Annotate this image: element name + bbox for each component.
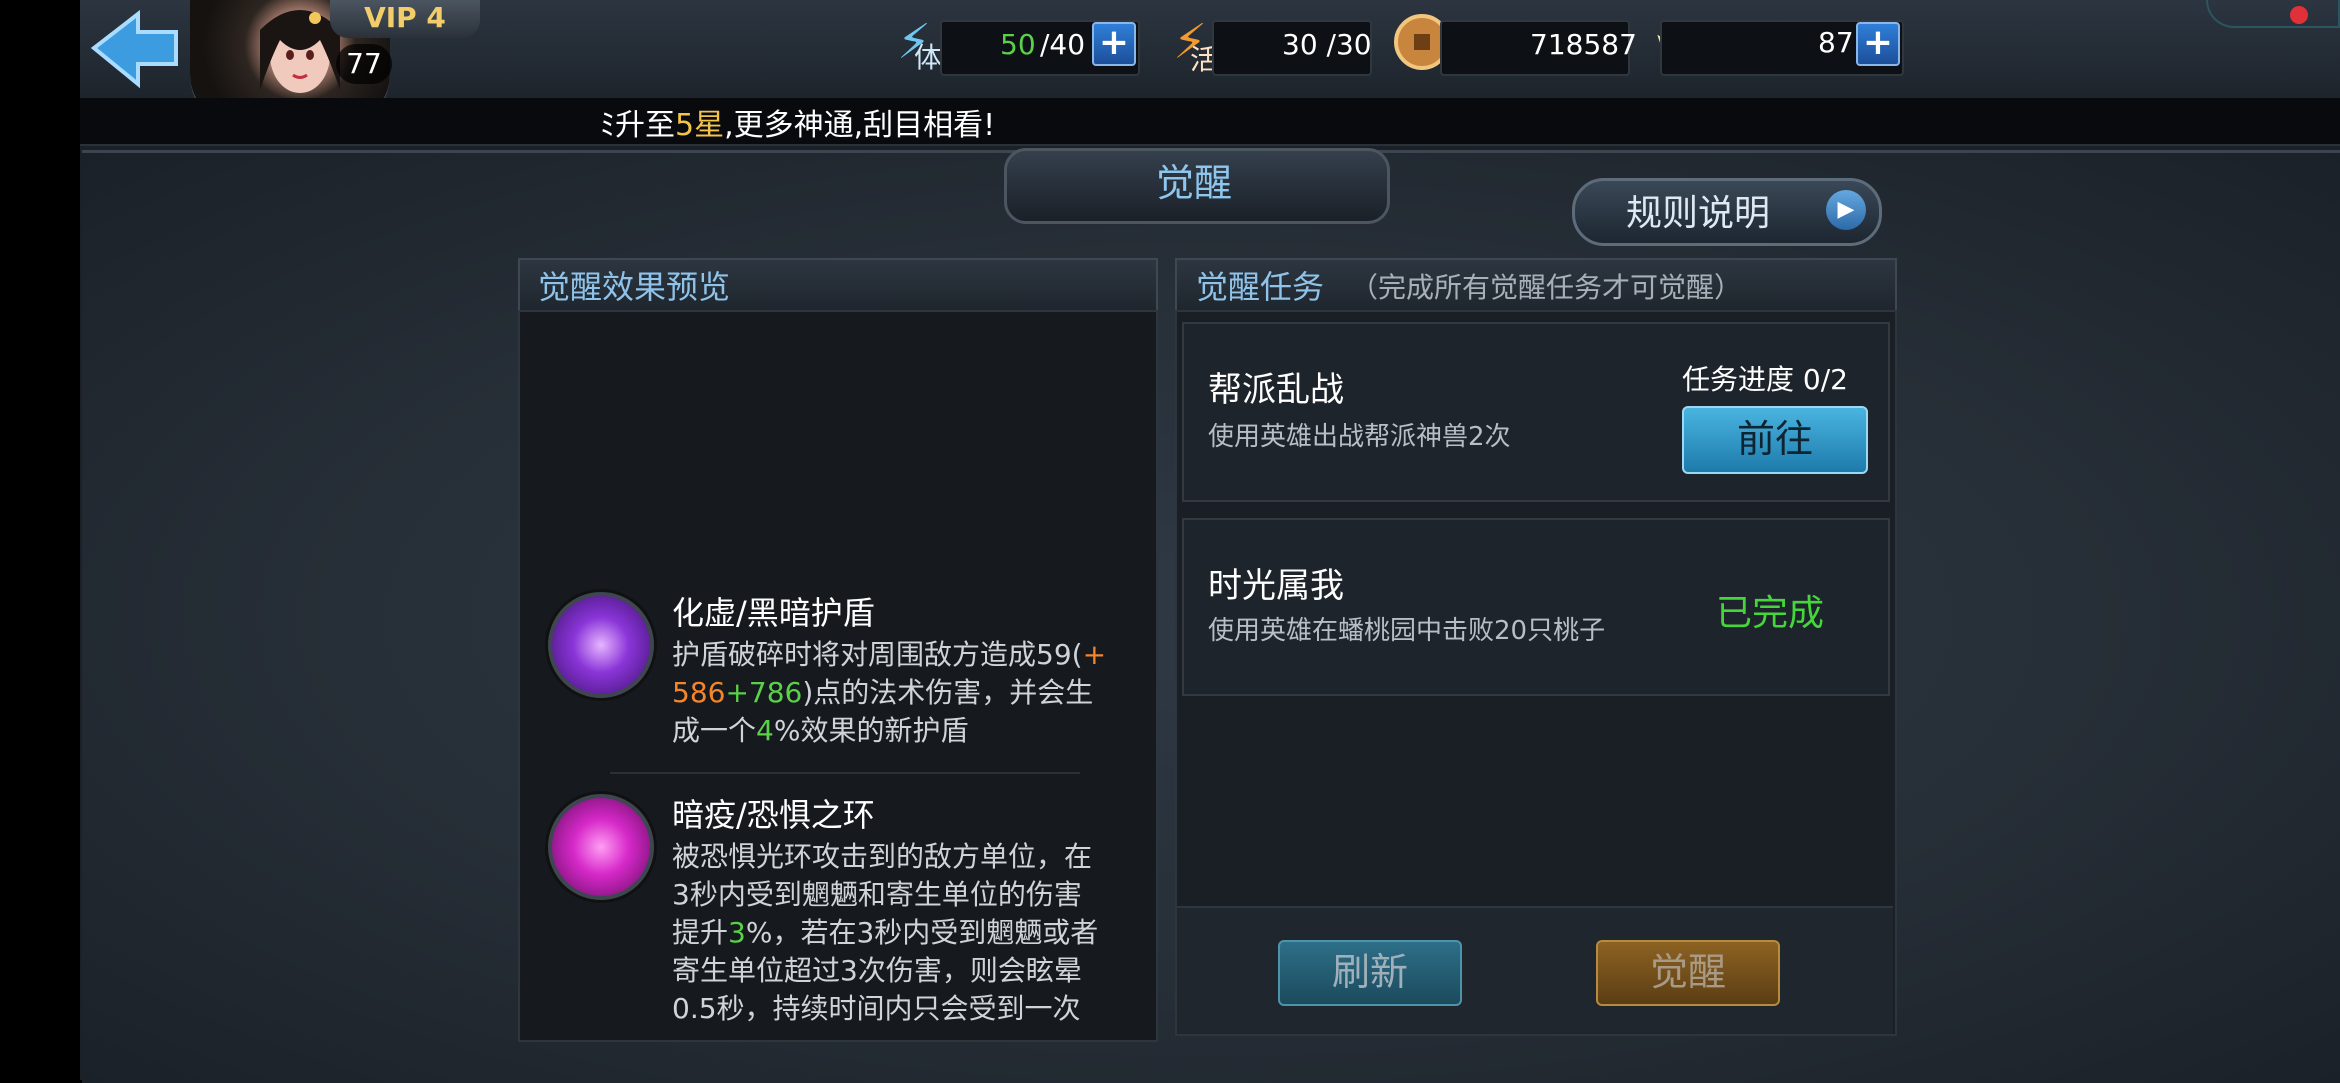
shield-skill-icon: [548, 592, 654, 698]
energy-value: 30 /30: [1282, 28, 1372, 61]
skill-desc-part: )点的法术伤害，并会生: [802, 676, 1094, 709]
notification-dot: [2290, 6, 2308, 24]
skill-desc-part: 0.5秒，持续时间内只会受到一次: [672, 992, 1081, 1025]
add-gold-button[interactable]: +: [1856, 22, 1900, 66]
vip-badge: VIP 4: [330, 0, 480, 38]
announcement-highlight: 5星: [675, 108, 725, 143]
play-arrow-icon: ▶: [1826, 190, 1866, 230]
back-arrow-icon: [90, 9, 178, 89]
stamina-current: 50: [1000, 28, 1036, 61]
skill-desc-part: 3秒内受到魍魉和寄生单位的伤害: [672, 878, 1082, 911]
skill-name: 化虚/黑暗护盾: [672, 594, 875, 632]
corner-decoration: [2206, 0, 2340, 28]
skill-name: 暗疫/恐惧之环: [672, 796, 875, 834]
tasks-subtitle: （完成所有觉醒任务才可觉醒）: [1350, 271, 1743, 304]
skill-desc-part: 提升: [672, 916, 729, 949]
skill-desc-part: %，若在3秒内受到魍魉或者: [745, 916, 1099, 949]
go-button[interactable]: 前往: [1682, 406, 1868, 474]
rules-button-label: 规则说明: [1626, 193, 1771, 234]
task-progress: 任务进度 0/2: [1682, 363, 1848, 396]
skill-description: 护盾破碎时将对周围敌方造成59(+ 586+786)点的法术伤害，并会生 成一个…: [672, 636, 1142, 750]
stamina-max: /40: [1040, 28, 1086, 61]
coins-value: 718587: [1530, 28, 1637, 61]
announcement-part2: ,更多神通,刮目相看!: [724, 108, 996, 143]
task-description: 使用英雄在蟠桃园中击败20只桃子: [1208, 616, 1606, 646]
skill-desc-part: 被恐惧光环攻击到的敌方单位，在: [672, 840, 1093, 873]
player-level: 77: [336, 44, 392, 84]
back-button[interactable]: [88, 8, 188, 92]
task-name: 时光属我: [1208, 566, 1344, 606]
vortex-skill-icon: [548, 794, 654, 900]
announcement-text: ﾐ升至5星,更多神通,刮目相看!: [600, 100, 995, 144]
skill-desc-part: 3: [728, 916, 746, 949]
tasks-title: 觉醒任务: [1196, 268, 1325, 306]
skill-desc-part: 寄生单位超过3次伤害，则会眩晕: [672, 954, 1082, 987]
refresh-button[interactable]: 刷新: [1278, 940, 1462, 1006]
announcement-strip: [80, 98, 2340, 146]
preview-title: 觉醒效果预览: [538, 268, 731, 306]
awaken-button[interactable]: 觉醒: [1596, 940, 1780, 1006]
task-description: 使用英雄出战帮派神兽2次: [1208, 422, 1511, 452]
skill-desc-part: 586: [672, 676, 726, 709]
skill-desc-part: +786: [725, 676, 803, 709]
announcement-part1: ﾐ升至: [600, 108, 675, 143]
skill-desc-part: +: [1082, 638, 1107, 671]
skill-description: 被恐惧光环攻击到的敌方单位，在 3秒内受到魍魉和寄生单位的伤害 提升3%，若在3…: [672, 838, 1152, 1028]
task-name: 帮派乱战: [1208, 370, 1344, 410]
task-completed-status: 已完成: [1716, 593, 1825, 634]
skill-desc-part: 成一个: [672, 714, 757, 747]
page-title: 觉醒: [1155, 161, 1232, 205]
gold-value: 87: [1818, 26, 1854, 59]
skill-desc-part: 4: [756, 714, 774, 747]
skill-divider: [610, 772, 1080, 774]
add-stamina-button[interactable]: +: [1092, 22, 1136, 66]
skill-desc-part: 护盾破碎时将对周围敌方造成59(: [672, 638, 1083, 671]
skill-desc-part: %效果的新护盾: [773, 714, 969, 747]
stamina-icon-label: 体: [914, 41, 943, 74]
